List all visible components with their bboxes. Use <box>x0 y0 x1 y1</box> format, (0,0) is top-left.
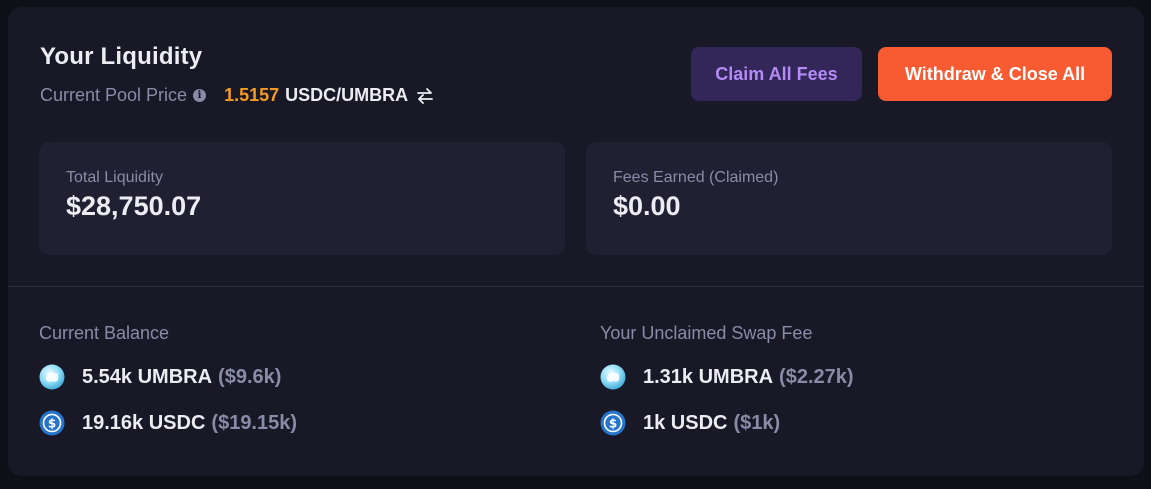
svg-text:$: $ <box>48 417 56 431</box>
unclaimed-fee-section: Your Unclaimed Swap Fee 1.31k UMBRA ($2.… <box>600 323 854 456</box>
info-icon[interactable]: i <box>193 89 207 102</box>
fee-umbra-amount: 1.31k UMBRA <box>643 365 774 388</box>
balance-row-umbra: 5.54k UMBRA ($9.6k) <box>39 364 297 390</box>
usdc-token-icon: $ <box>600 410 626 436</box>
fee-row-umbra: 1.31k UMBRA ($2.27k) <box>600 364 854 390</box>
total-liquidity-value: $28,750.07 <box>66 191 202 221</box>
current-balance-title: Current Balance <box>39 323 170 343</box>
pool-price-value: 1.5157 <box>224 85 280 105</box>
fee-row-usdc: $ 1k USDC ($1k) <box>600 410 854 436</box>
balance-usdc-usd: ($19.15k) <box>211 411 298 434</box>
swap-direction-icon[interactable] <box>416 87 434 104</box>
balance-row-usdc: $ 19.16k USDC ($19.15k) <box>39 410 297 436</box>
liquidity-card: Your Liquidity Current Pool Price i 1.51… <box>8 7 1144 476</box>
fee-usdc-amount: 1k USDC <box>643 411 728 434</box>
unclaimed-fee-title: Your Unclaimed Swap Fee <box>600 323 813 343</box>
fees-earned-panel: Fees Earned (Claimed) $0.00 <box>586 142 1112 255</box>
withdraw-close-all-button[interactable]: Withdraw & Close All <box>878 47 1112 101</box>
pool-price-pair: USDC/UMBRA <box>285 85 409 105</box>
umbra-token-icon <box>600 364 626 390</box>
current-balance-section: Current Balance 5.54k UMBRA ($9.6k) $ 19… <box>39 323 297 456</box>
total-liquidity-label: Total Liquidity <box>66 169 163 186</box>
balance-umbra-usd: ($9.6k) <box>218 365 282 388</box>
balance-usdc-amount: 19.16k USDC <box>82 411 206 434</box>
pool-price-label: Current Pool Price <box>40 85 188 105</box>
fee-umbra-usd: ($2.27k) <box>779 365 854 388</box>
section-divider <box>8 286 1144 287</box>
balance-umbra-amount: 5.54k UMBRA <box>82 365 213 388</box>
fees-earned-label: Fees Earned (Claimed) <box>613 169 779 186</box>
claim-all-fees-button[interactable]: Claim All Fees <box>691 47 862 101</box>
fee-usdc-usd: ($1k) <box>733 411 781 434</box>
pool-price-row: Current Pool Price i 1.5157 USDC/UMBRA <box>40 85 434 106</box>
umbra-token-icon <box>39 364 65 390</box>
usdc-token-icon: $ <box>39 410 65 436</box>
page-title: Your Liquidity <box>40 43 203 70</box>
fees-earned-value: $0.00 <box>613 191 681 221</box>
svg-text:$: $ <box>609 417 617 431</box>
total-liquidity-panel: Total Liquidity $28,750.07 <box>39 142 565 255</box>
